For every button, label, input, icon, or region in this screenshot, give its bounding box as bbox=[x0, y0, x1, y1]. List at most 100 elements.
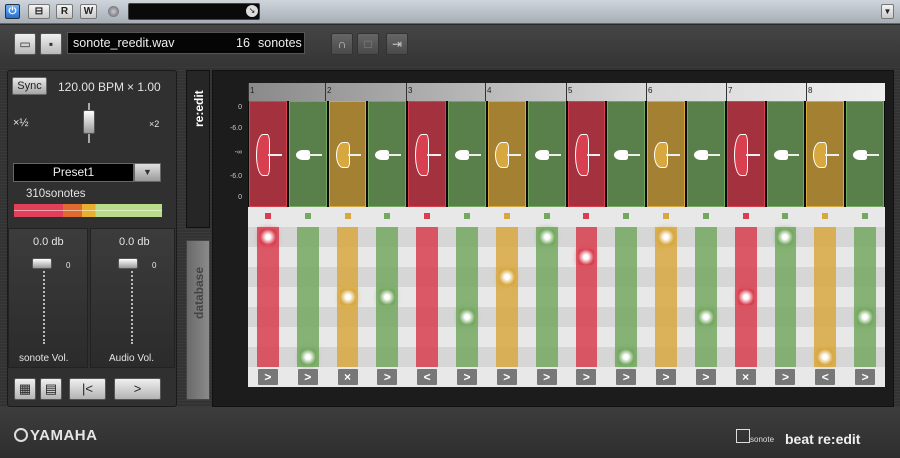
stop-icon[interactable]: □ bbox=[357, 33, 379, 55]
sonote-column[interactable] bbox=[615, 227, 638, 367]
column-action-button[interactable]: > bbox=[695, 369, 716, 385]
host-menu-button[interactable]: ▼ bbox=[881, 4, 894, 19]
audio-volume-track[interactable] bbox=[131, 260, 133, 344]
sonote-cell-active[interactable] bbox=[339, 289, 356, 305]
column-action-button[interactable]: > bbox=[456, 369, 477, 385]
sonote-segment[interactable] bbox=[686, 101, 725, 207]
column-action-button[interactable]: > bbox=[257, 369, 278, 385]
column-action-button[interactable]: > bbox=[297, 369, 318, 385]
compare-button[interactable]: ⊟ bbox=[28, 4, 50, 19]
read-automation-button[interactable]: R bbox=[56, 4, 73, 19]
sonote-segment[interactable] bbox=[527, 101, 566, 207]
sonote-column[interactable] bbox=[694, 227, 717, 367]
ruler-tick-label: 7 bbox=[728, 86, 733, 95]
column-marker bbox=[742, 213, 749, 219]
sonote-cell-active[interactable] bbox=[817, 349, 834, 365]
preset-name-field[interactable]: ↘ bbox=[128, 3, 260, 20]
column-action-button[interactable]: × bbox=[735, 369, 756, 385]
sonote-segment[interactable] bbox=[328, 101, 367, 207]
sonote-cell-active[interactable] bbox=[697, 309, 714, 325]
tempo-slider-handle[interactable] bbox=[83, 110, 95, 134]
sonote-cell-active[interactable] bbox=[578, 249, 595, 265]
column-action-button[interactable]: > bbox=[576, 369, 597, 385]
ruler-tick-label: 4 bbox=[487, 86, 492, 95]
sonote-cell-active[interactable] bbox=[379, 289, 396, 305]
preset-select[interactable]: Preset1 bbox=[13, 163, 134, 182]
sonote-cell-active[interactable] bbox=[777, 229, 794, 245]
sonote-segment[interactable] bbox=[487, 101, 526, 207]
sonote-column[interactable] bbox=[296, 227, 319, 367]
sonote-segment[interactable] bbox=[726, 101, 765, 207]
sonote-segment[interactable] bbox=[408, 101, 447, 207]
bar-ruler[interactable]: 1 2 3 4 5 6 7 8 bbox=[248, 83, 885, 101]
ruler-tick-label: 1 bbox=[250, 86, 255, 95]
column-action-button[interactable]: < bbox=[815, 369, 836, 385]
sonote-cell-active[interactable] bbox=[737, 289, 754, 305]
sonote-segment[interactable] bbox=[567, 101, 606, 207]
sonote-grid[interactable]: > > × > < > > > > > > > × > < > bbox=[248, 207, 885, 387]
list-view-icon[interactable]: ▤ bbox=[40, 378, 62, 400]
power-button[interactable]: ⏻ bbox=[5, 4, 20, 19]
play-button[interactable]: > bbox=[114, 378, 161, 400]
sonote-cell-active[interactable] bbox=[458, 309, 475, 325]
sonote-segment[interactable] bbox=[607, 101, 646, 207]
sonote-volume-track[interactable] bbox=[43, 260, 45, 344]
column-action-button[interactable]: > bbox=[536, 369, 557, 385]
sonote-volume-handle[interactable] bbox=[32, 258, 52, 269]
sonote-segment[interactable] bbox=[846, 101, 884, 207]
column-action-button[interactable]: > bbox=[855, 369, 876, 385]
column-action-button[interactable]: > bbox=[775, 369, 796, 385]
column-action-button[interactable]: × bbox=[337, 369, 358, 385]
sonote-segment[interactable] bbox=[647, 101, 685, 207]
sonote-column[interactable] bbox=[416, 227, 439, 367]
grid-view-icon[interactable]: ▦ bbox=[14, 378, 36, 400]
tab-database-label: database bbox=[192, 266, 206, 319]
level-meter bbox=[14, 204, 162, 217]
double-tempo-label: ×2 bbox=[149, 119, 160, 129]
sonote-column[interactable] bbox=[774, 227, 797, 367]
column-action-button[interactable]: > bbox=[496, 369, 517, 385]
waveform-view[interactable] bbox=[248, 101, 885, 207]
tab-reedit[interactable]: re:edit bbox=[186, 70, 210, 228]
sonote-column[interactable] bbox=[535, 227, 558, 367]
link-icon[interactable]: ↘ bbox=[246, 5, 258, 17]
open-folder-icon[interactable]: ▭ bbox=[14, 33, 36, 55]
waveform-tail bbox=[705, 154, 720, 156]
sonote-cell-active[interactable] bbox=[498, 269, 515, 285]
tab-database[interactable]: database bbox=[186, 240, 210, 400]
sonote-cell-active[interactable] bbox=[658, 229, 675, 245]
sonote-segment[interactable] bbox=[766, 101, 805, 207]
write-automation-button[interactable]: W bbox=[80, 4, 97, 19]
sonote-cell-active[interactable] bbox=[259, 229, 276, 245]
headphones-icon[interactable]: ∩ bbox=[331, 33, 353, 55]
rewind-button[interactable]: |< bbox=[69, 378, 106, 400]
sonote-column[interactable] bbox=[495, 227, 518, 367]
sonote-column[interactable] bbox=[854, 227, 876, 367]
save-icon[interactable]: ▪ bbox=[40, 33, 62, 55]
sonote-cell-active[interactable] bbox=[857, 309, 874, 325]
sync-button[interactable]: Sync bbox=[12, 77, 47, 95]
column-action-button[interactable]: > bbox=[377, 369, 398, 385]
sonote-cell-active[interactable] bbox=[299, 349, 316, 365]
sonote-segment[interactable] bbox=[806, 101, 845, 207]
column-action-button[interactable]: > bbox=[616, 369, 637, 385]
file-name-field[interactable]: sonote_reedit.wav 16 sonotes bbox=[67, 32, 305, 54]
audio-volume-handle[interactable] bbox=[118, 258, 138, 269]
sonote-cell-active[interactable] bbox=[618, 349, 635, 365]
audio-volume-value: 0.0 db bbox=[119, 236, 150, 248]
bypass-indicator-icon[interactable] bbox=[108, 6, 119, 17]
sonote-column[interactable] bbox=[655, 227, 677, 367]
column-action-button[interactable]: < bbox=[417, 369, 438, 385]
column-action-button[interactable]: > bbox=[656, 369, 677, 385]
sonote-segment[interactable] bbox=[249, 101, 287, 207]
sonote-segment[interactable] bbox=[288, 101, 327, 207]
sonote-column[interactable] bbox=[814, 227, 837, 367]
chevron-down-icon[interactable]: ▼ bbox=[134, 163, 161, 182]
sonote-column[interactable] bbox=[456, 227, 478, 367]
sonote-segment[interactable] bbox=[368, 101, 407, 207]
sonote-segment[interactable] bbox=[448, 101, 486, 207]
sonote-column[interactable] bbox=[575, 227, 598, 367]
sonote-cell-active[interactable] bbox=[538, 229, 555, 245]
export-icon[interactable]: ⇥ bbox=[386, 33, 408, 55]
sonote-column[interactable] bbox=[257, 227, 279, 367]
